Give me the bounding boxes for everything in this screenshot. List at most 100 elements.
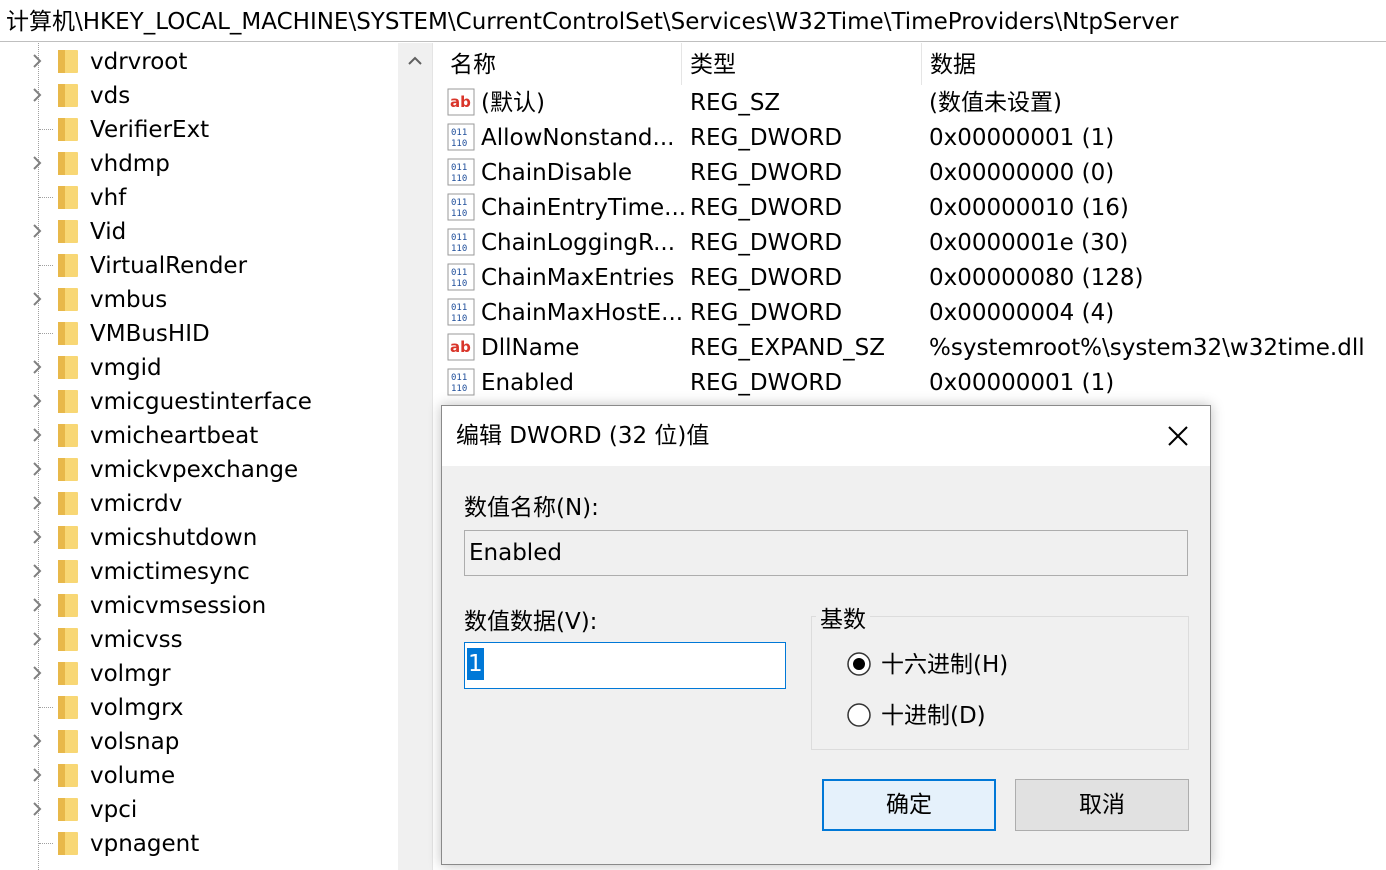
value-name: ChainDisable xyxy=(481,160,633,186)
scroll-up-arrow-icon[interactable] xyxy=(404,51,426,71)
value-row[interactable]: 011 110 AllowNonstand... REG_DWORD 0x0000000… xyxy=(442,119,1386,154)
tree-item[interactable]: volmgr xyxy=(0,656,400,690)
value-data: 0x00000004 (4) xyxy=(929,300,1115,326)
value-row[interactable]: ab (默认) REG_SZ (数值未设置) xyxy=(442,84,1386,119)
value-name: Enabled xyxy=(481,370,574,396)
value-row[interactable]: 011 110 Enabled REG_DWORD 0x00000001 (1) xyxy=(442,364,1386,399)
chevron-right-icon[interactable] xyxy=(28,630,46,648)
tree-item[interactable]: volume xyxy=(0,758,400,792)
tree-item-label: volmgr xyxy=(90,661,171,687)
tree-item[interactable]: vds xyxy=(0,78,400,112)
dialog-title-bar[interactable]: 编辑 DWORD (32 位)值 xyxy=(442,406,1210,466)
value-data: 0x00000000 (0) xyxy=(929,160,1115,186)
value-type: REG_DWORD xyxy=(690,195,843,221)
tree-item-label: volmgrx xyxy=(90,695,184,721)
radio-unselected-icon xyxy=(847,703,871,727)
dword-value-icon: 011110 xyxy=(447,158,475,186)
svg-text:110: 110 xyxy=(451,174,467,184)
tree-item[interactable]: vmicguestinterface xyxy=(0,384,400,418)
tree-item[interactable]: vhdmp xyxy=(0,146,400,180)
cancel-button[interactable]: 取消 xyxy=(1015,779,1189,831)
svg-text:011: 011 xyxy=(451,268,467,278)
value-row[interactable]: 011 110 ChainDisable REG_DWORD 0x00000000 (0… xyxy=(442,154,1386,189)
folder-icon xyxy=(58,322,78,345)
chevron-right-icon[interactable] xyxy=(28,222,46,240)
dword-value-icon: 011110 xyxy=(447,298,475,326)
tree-item[interactable]: Vid xyxy=(0,214,400,248)
value-data: %systemroot%\system32\w32time.dll xyxy=(929,335,1365,361)
svg-text:110: 110 xyxy=(451,209,467,219)
tree-item[interactable]: vdrvroot xyxy=(0,44,400,78)
ok-button[interactable]: 确定 xyxy=(822,779,996,831)
tree-item-label: volume xyxy=(90,763,176,789)
dword-value-icon: 011110 xyxy=(447,193,475,221)
tree-connector xyxy=(39,707,53,708)
tree-item-label: VirtualRender xyxy=(90,253,248,279)
folder-icon xyxy=(58,220,78,243)
value-row[interactable]: ab DllName REG_EXPAND_SZ %systemroot%\syste… xyxy=(442,329,1386,364)
svg-text:ab: ab xyxy=(450,93,471,111)
chevron-right-icon[interactable] xyxy=(28,528,46,546)
value-row[interactable]: 011 110 ChainEntryTime... REG_DWORD 0x000000… xyxy=(442,189,1386,224)
tree-item[interactable]: VirtualRender xyxy=(0,248,400,282)
column-header-type[interactable]: 类型 xyxy=(682,43,922,85)
value-row[interactable]: 011 110 ChainMaxEntries REG_DWORD 0x00000080… xyxy=(442,259,1386,294)
chevron-right-icon[interactable] xyxy=(28,596,46,614)
tree-item[interactable]: VerifierExt xyxy=(0,112,400,146)
column-header-name[interactable]: 名称 xyxy=(442,43,682,85)
chevron-right-icon[interactable] xyxy=(28,460,46,478)
tree-connector xyxy=(39,197,53,198)
chevron-right-icon[interactable] xyxy=(28,290,46,308)
tree-item[interactable]: vmickvpexchange xyxy=(0,452,400,486)
tree-item[interactable]: volmgrx xyxy=(0,690,400,724)
tree-item[interactable]: vmicvss xyxy=(0,622,400,656)
value-row[interactable]: 011 110 ChainLoggingR... REG_DWORD 0x0000001… xyxy=(442,224,1386,259)
chevron-right-icon[interactable] xyxy=(28,494,46,512)
folder-icon xyxy=(58,390,78,413)
tree-item-label: VMBusHID xyxy=(90,321,210,347)
tree-item[interactable]: vmicheartbeat xyxy=(0,418,400,452)
tree-scrollbar[interactable] xyxy=(398,43,432,870)
chevron-right-icon[interactable] xyxy=(28,664,46,682)
tree-item[interactable]: vmicshutdown xyxy=(0,520,400,554)
tree-item[interactable]: vmicrdv xyxy=(0,486,400,520)
value-type: REG_DWORD xyxy=(690,160,843,186)
value-name: ChainMaxHostE... xyxy=(481,300,684,326)
chevron-right-icon[interactable] xyxy=(28,562,46,580)
tree-item-label: vmicshutdown xyxy=(90,525,258,551)
chevron-right-icon[interactable] xyxy=(28,800,46,818)
tree-item[interactable]: volsnap xyxy=(0,724,400,758)
tree-item[interactable]: vpnagent xyxy=(0,826,400,860)
chevron-right-icon[interactable] xyxy=(28,732,46,750)
chevron-right-icon[interactable] xyxy=(28,392,46,410)
value-data-label: 数值数据(V): xyxy=(464,609,598,635)
chevron-right-icon[interactable] xyxy=(28,154,46,172)
value-data: 0x0000001e (30) xyxy=(929,230,1129,256)
string-value-icon: ab xyxy=(447,88,475,116)
chevron-right-icon[interactable] xyxy=(28,766,46,784)
tree-item[interactable]: vmicvmsession xyxy=(0,588,400,622)
tree-item[interactable]: vmgid xyxy=(0,350,400,384)
chevron-right-icon[interactable] xyxy=(28,426,46,444)
tree-item[interactable]: vmbus xyxy=(0,282,400,316)
tree-item[interactable]: VMBusHID xyxy=(0,316,400,350)
base-group-title: 基数 xyxy=(816,600,870,634)
tree-item[interactable]: vmictimesync xyxy=(0,554,400,588)
tree-item-label: Vid xyxy=(90,219,127,245)
tree-item[interactable]: vpci xyxy=(0,792,400,826)
chevron-right-icon[interactable] xyxy=(28,358,46,376)
chevron-right-icon[interactable] xyxy=(28,52,46,70)
value-type: REG_SZ xyxy=(690,90,781,116)
string-value-icon: ab xyxy=(447,333,475,361)
dword-value-icon: 011110 xyxy=(447,263,475,291)
chevron-right-icon[interactable] xyxy=(28,86,46,104)
address-bar[interactable]: 计算机\HKEY_LOCAL_MACHINE\SYSTEM\CurrentCon… xyxy=(0,0,1386,42)
tree-item[interactable]: vhf xyxy=(0,180,400,214)
value-row[interactable]: 011 110 ChainMaxHostE... REG_DWORD 0x0000000… xyxy=(442,294,1386,329)
column-header-data[interactable]: 数据 xyxy=(922,43,1386,85)
tree-item-label: vmicvss xyxy=(90,627,183,653)
value-data-input[interactable]: 1 xyxy=(464,642,786,689)
value-type: REG_DWORD xyxy=(690,300,843,326)
close-icon[interactable] xyxy=(1156,416,1200,456)
folder-icon xyxy=(58,254,78,277)
